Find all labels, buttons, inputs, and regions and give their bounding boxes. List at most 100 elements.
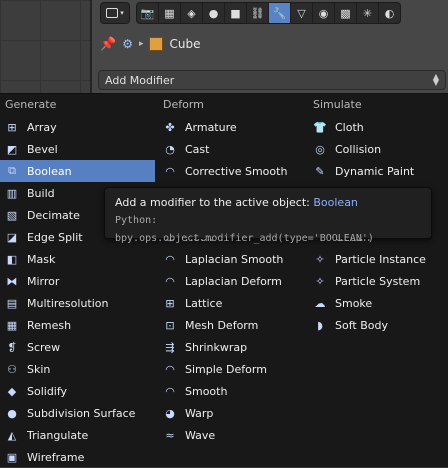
menu-item-mesh-deform[interactable]: ⊡ Mesh Deform [158, 314, 308, 336]
physics-icon[interactable]: ◐ [379, 3, 400, 23]
menu-item-label: Remesh [27, 318, 72, 332]
menu-item-particle-instance[interactable]: ✧ Particle Instance [308, 248, 448, 270]
menu-item-label: Soft Body [335, 318, 388, 332]
soft-body-icon: ◗ [317, 318, 323, 332]
material-icon[interactable]: ◉ [313, 3, 335, 23]
menu-item-cast[interactable]: ◔ Cast [158, 138, 308, 160]
add-modifier-button[interactable]: Add Modifier ▲ ▼ [98, 70, 446, 90]
solidify-icon: ◆ [7, 384, 17, 398]
menu-item-shrinkwrap[interactable]: ⇶ Shrinkwrap [158, 336, 308, 358]
menu-item-dynamic-paint[interactable]: ✎ Dynamic Paint [308, 160, 448, 182]
properties-icon [106, 8, 119, 18]
menu-item-screw[interactable]: ❡ Screw [0, 336, 155, 358]
menu-item-label: Dynamic Paint [335, 164, 415, 178]
menu-item-label: Screw [27, 340, 61, 354]
object-icon[interactable]: ■ [225, 3, 247, 23]
menu-item-label: Mask [27, 252, 56, 266]
menu-item-wave[interactable]: ≈ Wave [158, 424, 308, 446]
tooltip-python: Python: bpy.ops.object.modifier_add(type… [115, 215, 374, 244]
menu-item-label: Multiresolution [27, 296, 109, 310]
scene-icon[interactable]: ◈ [181, 3, 203, 23]
menu-item-smooth[interactable]: ◠ Smooth [158, 380, 308, 402]
lattice-icon: ⊞ [165, 296, 175, 310]
menu-item-label: Triangulate [27, 428, 89, 442]
menu-item-label: Edge Split [27, 230, 83, 244]
remesh-icon: ▦ [6, 318, 18, 332]
menu-column-generate: Generate ⊞ Array ◩ Bevel ⧉ Boolean ▥ Build ▧ Deci… [0, 94, 155, 468]
up-down-arrows-icon: ▲ ▼ [432, 72, 439, 87]
column-heading-simulate: Simulate [313, 98, 362, 111]
chevron-down-icon: ▾ [120, 9, 124, 17]
laplacian-deform-icon: ◠ [165, 274, 175, 288]
menu-item-simple-deform[interactable]: ◠ Simple Deform [158, 358, 308, 380]
menu-item-armature[interactable]: ✤ Armature [158, 116, 308, 138]
world-icon[interactable]: ● [203, 3, 225, 23]
menu-item-label: Smoke [335, 296, 373, 310]
menu-item-label: Wave [185, 428, 216, 442]
particles-icon[interactable]: ✳ [357, 3, 379, 23]
menu-item-label: Warp [185, 406, 214, 420]
properties-header: ▾ 📷 ▦ ◈ ● ■ ⛓ 🔧 ▽ ◉ ▩ ✳ ◐ [100, 2, 401, 24]
menu-item-solidify[interactable]: ◆ Solidify [0, 380, 155, 402]
triangulate-icon: ◭ [7, 428, 17, 442]
modifiers-wrench-icon[interactable]: 🔧 [269, 3, 291, 23]
pin-icon[interactable]: 📌 [100, 37, 116, 52]
menu-item-array[interactable]: ⊞ Array [0, 116, 155, 138]
menu-item-collision[interactable]: ◎ Collision [308, 138, 448, 160]
menu-item-smoke[interactable]: ☁ Smoke [308, 292, 448, 314]
menu-item-multiresolution[interactable]: ▤ Multiresolution [0, 292, 155, 314]
menu-item-label: Armature [185, 120, 237, 134]
menu-item-label: Corrective Smooth [185, 164, 288, 178]
menu-item-soft-body[interactable]: ◗ Soft Body [308, 314, 448, 336]
menu-item-laplacian-deform[interactable]: ◠ Laplacian Deform [158, 270, 308, 292]
menu-item-bevel[interactable]: ◩ Bevel [0, 138, 155, 160]
menu-item-remesh[interactable]: ▦ Remesh [0, 314, 155, 336]
screw-icon: ❡ [7, 340, 17, 354]
menu-item-corrective-smooth[interactable]: ◠ Corrective Smooth [158, 160, 308, 182]
wireframe-icon: ▣ [6, 450, 18, 464]
menu-item-boolean[interactable]: ⧉ Boolean [0, 160, 155, 182]
menu-item-wireframe[interactable]: ▣ Wireframe [0, 446, 155, 468]
tooltip-description: Add a modifier to the active object: Boo… [115, 194, 421, 212]
menu-item-laplacian-smooth[interactable]: ◠ Laplacian Smooth [158, 248, 308, 270]
subdivision-surface-icon: ● [7, 406, 17, 420]
menu-column-deform: Deform ✤Armature◔Cast◠Corrective Smooth∿… [158, 94, 308, 446]
object-data-icon[interactable]: ▽ [291, 3, 313, 23]
menu-item-triangulate[interactable]: ◭ Triangulate [0, 424, 155, 446]
menu-item-mirror[interactable]: ⧓ Mirror [0, 270, 155, 292]
multiresolution-icon: ▤ [6, 296, 18, 310]
texture-icon[interactable]: ▩ [335, 3, 357, 23]
menu-item-subdivision-surface[interactable]: ● Subdivision Surface [0, 402, 155, 424]
menu-item-label: Laplacian Smooth [185, 252, 284, 266]
menu-item-lattice[interactable]: ⊞ Lattice [158, 292, 308, 314]
menu-item-label: Collision [335, 142, 382, 156]
cloth-icon: 👕 [313, 120, 327, 134]
menu-item-skin[interactable]: ⚇ Skin [0, 358, 155, 380]
menu-item-label: Subdivision Surface [27, 406, 136, 420]
render-layers-icon[interactable]: ▦ [159, 3, 181, 23]
menu-item-label: Cast [185, 142, 210, 156]
properties-editor: ▾ 📷 ▦ ◈ ● ■ ⛓ 🔧 ▽ ◉ ▩ ✳ ◐ 📌 ⚙ ▸ Cube Add Modifier ▲… [92, 0, 448, 96]
menu-item-label: Decimate [27, 208, 80, 222]
laplacian-smooth-icon: ◠ [165, 252, 175, 266]
constraints-icon[interactable]: ⛓ [247, 3, 269, 23]
particle-system-icon: ✧ [315, 274, 325, 288]
add-modifier-menu: Generate ⊞ Array ◩ Bevel ⧉ Boolean ▥ Build ▧ Deci… [0, 93, 448, 467]
menu-item-label: Simple Deform [185, 362, 267, 376]
menu-item-label: Bevel [27, 142, 58, 156]
collision-icon: ◎ [315, 142, 325, 156]
render-icon[interactable]: 📷 [137, 3, 159, 23]
menu-item-label: Build [27, 186, 55, 200]
3d-viewport[interactable] [0, 0, 92, 96]
shrinkwrap-icon: ⇶ [165, 340, 175, 354]
menu-item-cloth[interactable]: 👕 Cloth [308, 116, 448, 138]
particle-instance-icon: ✧ [315, 252, 325, 266]
menu-item-mask[interactable]: ◧ Mask [0, 248, 155, 270]
object-name: Cube [169, 37, 201, 51]
editor-type-dropdown[interactable]: ▾ [100, 2, 130, 24]
tooltip-highlight: Boolean [313, 196, 358, 209]
context-tabs: 📷 ▦ ◈ ● ■ ⛓ 🔧 ▽ ◉ ▩ ✳ ◐ [136, 2, 401, 24]
menu-item-warp[interactable]: ◕ Warp [158, 402, 308, 424]
menu-item-particle-system[interactable]: ✧ Particle System [308, 270, 448, 292]
menu-item-label: Mesh Deform [185, 318, 259, 332]
